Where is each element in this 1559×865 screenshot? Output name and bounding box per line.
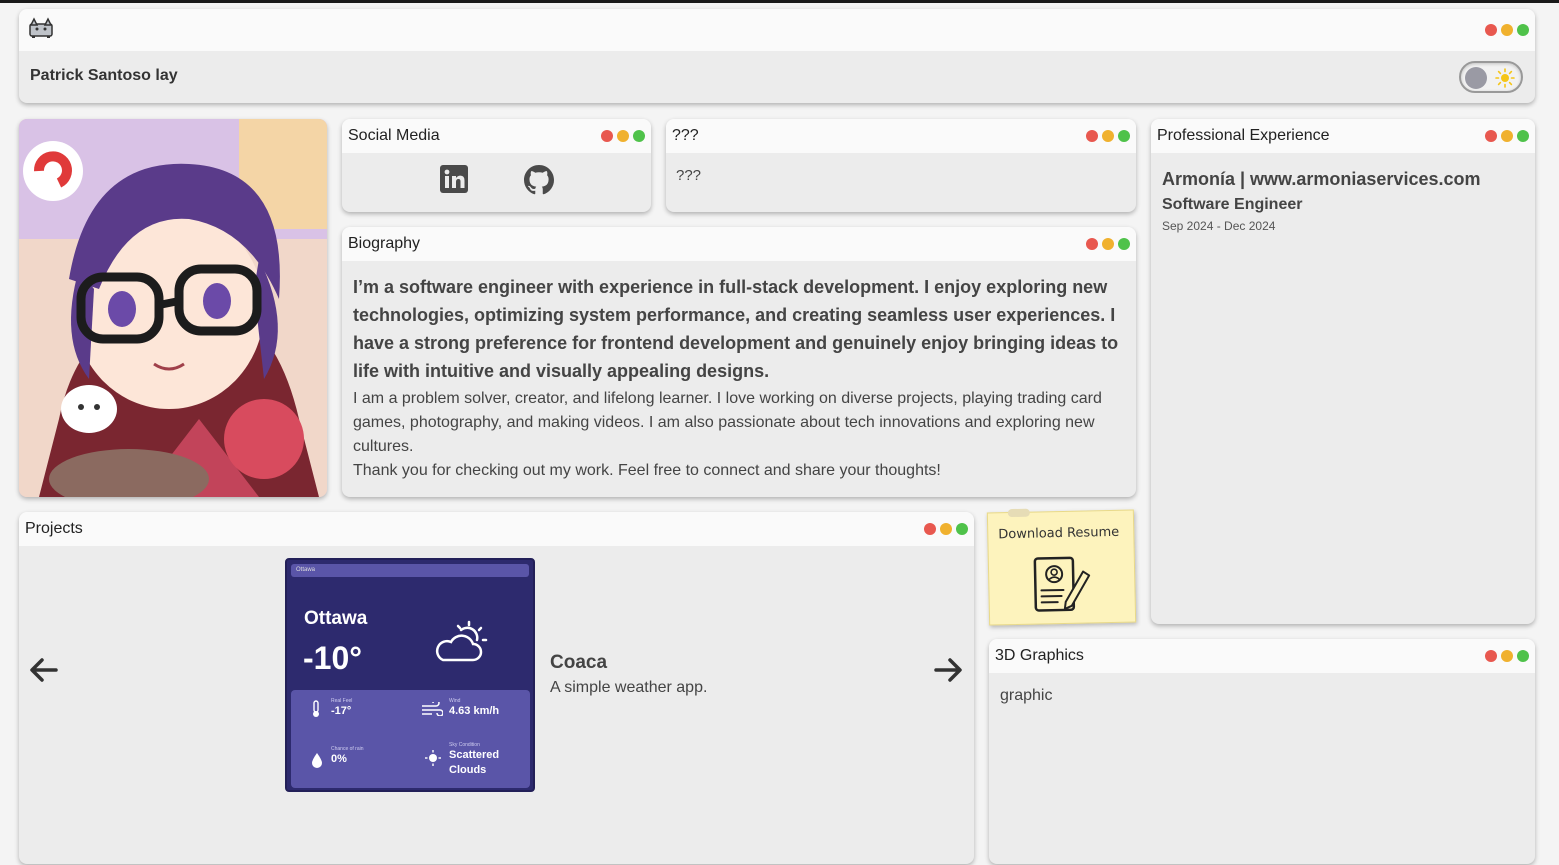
header-titlebar <box>19 9 1535 51</box>
mystery-titlebar: ??? <box>666 119 1136 153</box>
maximize-dot[interactable] <box>1118 130 1130 142</box>
graphics-body: graphic <box>1000 687 1053 704</box>
preview-city: Ottawa <box>304 608 368 629</box>
projects-window: Projects Ottawa Ottawa -10° Real Feel -1… <box>19 512 974 864</box>
preview-temp: -10° <box>303 640 363 676</box>
maximize-dot[interactable] <box>1517 130 1529 142</box>
mystery-body: ??? <box>676 167 702 184</box>
arrow-left-icon[interactable] <box>26 652 62 688</box>
job-role: Software Engineer <box>1162 196 1303 213</box>
toggle-knob <box>1465 67 1487 89</box>
avatar <box>19 119 327 497</box>
close-dot[interactable] <box>1485 24 1497 36</box>
project-preview[interactable]: Ottawa Ottawa -10° Real Feel -17° Wind 4… <box>285 558 535 792</box>
maximize-dot[interactable] <box>1118 238 1130 250</box>
project-description: A simple weather app. <box>550 679 708 696</box>
header-window: Patrick Santoso lay <box>19 9 1535 103</box>
stat-real-feel: Real Feel -17° <box>331 698 353 717</box>
company-name: Armonía | www.armoniaservices.com <box>1162 169 1481 189</box>
graphics-title: 3D Graphics <box>995 647 1084 664</box>
wind-icon <box>422 702 443 716</box>
biography-title: Biography <box>348 235 421 252</box>
experience-titlebar: Professional Experience <box>1151 119 1535 153</box>
resume-document-icon <box>1033 556 1091 612</box>
stat-rain: Chance of rain 0% <box>331 746 364 765</box>
social-links <box>342 153 651 195</box>
preview-bar: Ottawa <box>291 564 529 577</box>
maximize-dot[interactable] <box>956 523 968 535</box>
window-controls <box>601 130 645 142</box>
download-resume-note[interactable]: Download Resume <box>986 508 1137 626</box>
biography-window: Biography I’m a software engineer with e… <box>342 227 1136 497</box>
download-resume-label: Download Resume <box>998 524 1120 543</box>
biography-paragraph: I am a problem solver, creator, and life… <box>353 390 1102 455</box>
minimize-dot[interactable] <box>1501 24 1513 36</box>
stat-wind: Wind 4.63 km/h <box>449 698 500 717</box>
maximize-dot[interactable] <box>1517 650 1529 662</box>
arrow-right-icon[interactable] <box>930 652 966 688</box>
mystery-window: ??? ??? <box>666 119 1136 212</box>
window-controls <box>924 523 968 535</box>
close-dot[interactable] <box>1485 650 1497 662</box>
close-dot[interactable] <box>601 130 613 142</box>
minimize-dot[interactable] <box>1102 238 1114 250</box>
close-dot[interactable] <box>924 523 936 535</box>
close-dot[interactable] <box>1485 130 1497 142</box>
owner-name: Patrick Santoso lay <box>30 67 178 84</box>
window-controls <box>1485 650 1529 662</box>
mystery-title: ??? <box>672 127 699 144</box>
theme-toggle[interactable] <box>1459 61 1523 93</box>
biography-lead: I’m a software engineer with experience … <box>353 277 1119 381</box>
social-media-window: Social Media <box>342 119 651 212</box>
minimize-dot[interactable] <box>1501 130 1513 142</box>
social-title: Social Media <box>348 127 440 144</box>
minimize-dot[interactable] <box>1102 130 1114 142</box>
window-controls <box>1485 130 1529 142</box>
minimize-dot[interactable] <box>940 523 952 535</box>
close-dot[interactable] <box>1086 130 1098 142</box>
biography-closing: Thank you for checking out my work. Feel… <box>353 462 941 479</box>
cat-icon[interactable] <box>27 16 55 44</box>
window-controls <box>1086 238 1130 250</box>
window-controls <box>1485 24 1529 36</box>
sun-icon <box>1495 68 1515 88</box>
close-dot[interactable] <box>1086 238 1098 250</box>
window-controls <box>1086 130 1130 142</box>
experience-window: Professional Experience Armonía | www.ar… <box>1151 119 1535 624</box>
thermometer-icon <box>313 700 319 717</box>
preview-stats: Real Feel -17° Wind 4.63 km/h Chance of … <box>291 690 530 788</box>
social-titlebar: Social Media <box>342 119 651 153</box>
github-icon[interactable] <box>523 165 554 195</box>
job-dates: Sep 2024 - Dec 2024 <box>1162 219 1276 233</box>
projects-title: Projects <box>25 520 83 537</box>
stat-sky: Sky Condition Scattered Clouds <box>449 742 500 776</box>
linkedin-icon[interactable] <box>439 165 468 193</box>
maximize-dot[interactable] <box>633 130 645 142</box>
maximize-dot[interactable] <box>1517 24 1529 36</box>
project-name: Coaca <box>550 652 608 673</box>
sky-sun-icon <box>425 750 441 766</box>
cloud-sun-icon <box>435 620 488 662</box>
graphics-titlebar: 3D Graphics <box>989 639 1535 673</box>
projects-titlebar: Projects <box>19 512 974 546</box>
graphics-window: 3D Graphics graphic <box>989 639 1535 864</box>
biography-titlebar: Biography <box>342 227 1136 261</box>
minimize-dot[interactable] <box>617 130 629 142</box>
note-pin <box>1007 508 1030 518</box>
experience-title: Professional Experience <box>1157 127 1330 144</box>
minimize-dot[interactable] <box>1501 650 1513 662</box>
experience-entry: Armonía | www.armoniaservices.com Softwa… <box>1151 153 1535 249</box>
water-drop-icon <box>312 753 322 768</box>
